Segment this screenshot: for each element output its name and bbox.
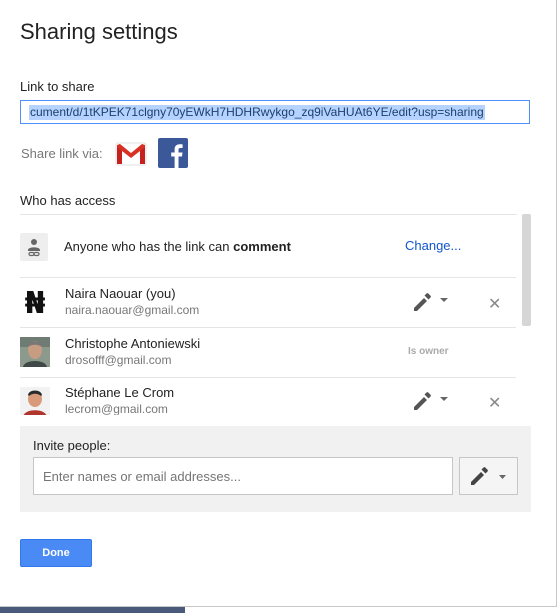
anyone-with-link-row: Anyone who has the link can comment Chan… [20, 215, 516, 278]
link-person-icon [20, 233, 48, 261]
user-name: Naira Naouar (you) [65, 286, 176, 301]
pencil-icon [471, 467, 488, 485]
chevron-down-icon [440, 298, 448, 302]
anyone-access-role: comment [233, 239, 291, 254]
user-row: ₦ Naira Naouar (you) naira.naouar@gmail.… [20, 277, 516, 328]
svg-text:₦: ₦ [25, 287, 46, 317]
pencil-icon [414, 293, 431, 311]
link-field[interactable]: cument/d/1tKPEK71clgny70yEWkH7HDHRwykgo_… [20, 100, 530, 124]
pencil-icon [414, 392, 431, 410]
change-access-link[interactable]: Change... [405, 238, 461, 253]
user-email: drosofff@gmail.com [65, 353, 172, 367]
avatar [20, 387, 50, 415]
facebook-icon[interactable] [158, 138, 188, 168]
user-email: lecrom@gmail.com [65, 402, 168, 415]
sharing-dialog: Sharing settings Link to share cument/d/… [0, 0, 557, 607]
user-name: Stéphane Le Crom [65, 385, 175, 400]
done-button[interactable]: Done [20, 539, 92, 567]
owner-status: Is owner [408, 346, 449, 357]
anyone-access-prefix: Anyone who has the link can [64, 239, 234, 254]
invite-permission-dropdown[interactable] [459, 457, 518, 495]
permission-dropdown[interactable] [411, 291, 453, 313]
anyone-access-text: Anyone who has the link can comment [64, 239, 291, 254]
permission-dropdown[interactable] [411, 390, 453, 412]
avatar [20, 337, 50, 367]
link-value[interactable]: cument/d/1tKPEK71clgny70yEWkH7HDHRwykgo_… [29, 105, 485, 120]
remove-user-button[interactable]: ✕ [488, 393, 501, 413]
share-via-label: Share link via: [21, 146, 103, 161]
user-row: Stéphane Le Crom lecrom@gmail.com ✕ [20, 377, 516, 415]
access-list: Anyone who has the link can comment Chan… [20, 214, 517, 415]
invite-panel: Invite people: [20, 426, 531, 512]
user-row: Christophe Antoniewski drosofff@gmail.co… [20, 327, 516, 378]
background-strip [0, 607, 185, 613]
link-label: Link to share [20, 79, 95, 94]
remove-user-button[interactable]: ✕ [488, 294, 501, 314]
invite-label: Invite people: [33, 438, 111, 453]
invite-input[interactable] [33, 457, 453, 495]
chevron-down-icon [499, 475, 506, 479]
dialog-title: Sharing settings [20, 19, 178, 44]
chevron-down-icon [440, 397, 448, 401]
who-has-access-label: Who has access [20, 193, 116, 208]
user-email: naira.naouar@gmail.com [65, 303, 200, 317]
avatar: ₦ [20, 287, 50, 317]
user-name: Christophe Antoniewski [65, 336, 201, 351]
gmail-icon[interactable] [115, 139, 147, 167]
access-list-scrollbar[interactable] [522, 214, 531, 326]
